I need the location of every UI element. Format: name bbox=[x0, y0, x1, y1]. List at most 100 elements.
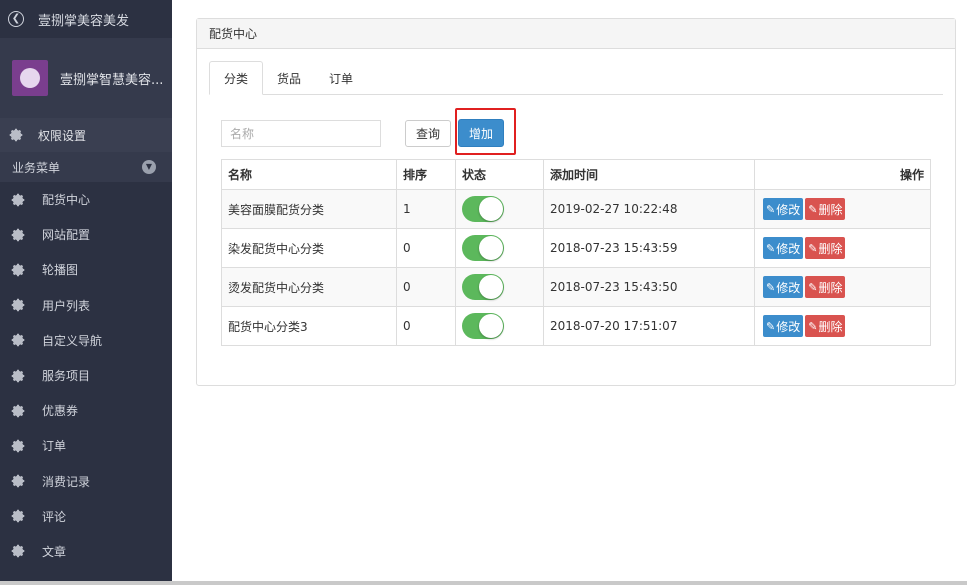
cell-actions: ✎ 修改 ✎ 删除 bbox=[754, 189, 931, 229]
edit-icon: ✎ bbox=[808, 202, 818, 216]
cell-actions: ✎ 修改 ✎ 删除 bbox=[754, 267, 931, 307]
cell-sort: 1 bbox=[396, 189, 456, 229]
add-button[interactable]: 增加 bbox=[458, 119, 504, 147]
header-actions: 操作 bbox=[754, 159, 931, 190]
delete-label: 删除 bbox=[818, 319, 843, 334]
status-toggle[interactable] bbox=[462, 235, 504, 261]
tab-goods[interactable]: 货品 bbox=[263, 61, 315, 95]
edit-button[interactable]: ✎ 修改 bbox=[763, 315, 804, 337]
sidebar-item-5[interactable]: 服务项目 bbox=[0, 358, 172, 393]
header-status[interactable]: 状态 bbox=[455, 159, 544, 190]
sidebar-item-6[interactable]: 优惠券 bbox=[0, 393, 172, 428]
table-row: 美容面膜配货分类 1 2019-02-27 10:22:48 ✎ 修改 ✎ 删除 bbox=[221, 189, 931, 229]
delete-button[interactable]: ✎ 删除 bbox=[805, 198, 846, 220]
chevron-left-icon[interactable]: ❮ bbox=[8, 11, 24, 27]
gear-icon bbox=[11, 439, 25, 453]
table-header-row: 名称 排序 状态 添加时间 操作 bbox=[221, 159, 931, 190]
cell-sort: 0 bbox=[396, 306, 456, 346]
edit-icon: ✎ bbox=[766, 202, 776, 216]
sidebar-item-label: 权限设置 bbox=[38, 128, 87, 143]
brand-bar: ❮ 壹捌掌美容美发 bbox=[0, 0, 172, 38]
status-toggle[interactable] bbox=[462, 274, 504, 300]
sidebar-item-0[interactable]: 配货中心 bbox=[0, 182, 172, 217]
gear-icon bbox=[11, 509, 25, 523]
tab-bar: 分类 货品 订单 bbox=[209, 61, 943, 95]
edit-icon: ✎ bbox=[808, 319, 818, 333]
sidebar-item-label: 优惠券 bbox=[42, 404, 79, 419]
table-row: 染发配货中心分类 0 2018-07-23 15:43:59 ✎ 修改 ✎ 删除 bbox=[221, 228, 931, 268]
cell-sort: 0 bbox=[396, 267, 456, 307]
sidebar: ❮ 壹捌掌美容美发 壹捌掌智慧美容... 权限设置 业务菜单 ▼ 配货中心网站配… bbox=[0, 0, 172, 585]
sidebar-item-label: 用户列表 bbox=[42, 298, 91, 313]
sidebar-item-permissions[interactable]: 权限设置 bbox=[0, 118, 172, 152]
gear-icon bbox=[11, 298, 25, 312]
edit-icon: ✎ bbox=[808, 241, 818, 255]
gear-icon bbox=[11, 474, 25, 488]
sidebar-item-label: 自定义导航 bbox=[42, 333, 103, 348]
sidebar-item-label: 网站配置 bbox=[42, 228, 91, 243]
profile-name: 壹捌掌智慧美容... bbox=[60, 72, 164, 88]
edit-icon: ✎ bbox=[766, 241, 776, 255]
menu-header-label: 业务菜单 bbox=[12, 160, 61, 175]
sidebar-item-label: 配货中心 bbox=[42, 193, 91, 208]
edit-button[interactable]: ✎ 修改 bbox=[763, 198, 804, 220]
delete-label: 删除 bbox=[818, 202, 843, 217]
sidebar-item-label: 文章 bbox=[42, 544, 67, 559]
delete-button[interactable]: ✎ 删除 bbox=[805, 276, 846, 298]
query-button[interactable]: 查询 bbox=[405, 120, 451, 147]
name-search-input[interactable] bbox=[221, 120, 381, 147]
header-time[interactable]: 添加时间 bbox=[543, 159, 755, 190]
sidebar-item-label: 轮播图 bbox=[42, 263, 79, 278]
edit-label: 修改 bbox=[776, 241, 801, 256]
cell-time: 2018-07-23 15:43:59 bbox=[543, 228, 755, 268]
cell-time: 2018-07-20 17:51:07 bbox=[543, 306, 755, 346]
gear-icon bbox=[11, 334, 25, 347]
cell-name: 配货中心分类3 bbox=[221, 306, 397, 346]
tab-orders[interactable]: 订单 bbox=[315, 61, 367, 95]
tab-category[interactable]: 分类 bbox=[209, 61, 264, 95]
delete-label: 删除 bbox=[818, 241, 843, 256]
edit-button[interactable]: ✎ 修改 bbox=[763, 276, 804, 298]
cell-status bbox=[455, 189, 544, 229]
horizontal-scrollbar[interactable] bbox=[0, 581, 967, 585]
cell-sort: 0 bbox=[396, 228, 456, 268]
sidebar-item-1[interactable]: 网站配置 bbox=[0, 217, 172, 252]
category-table: 名称 排序 状态 添加时间 操作 美容面膜配货分类 1 2019-02-27 10:… bbox=[221, 159, 931, 346]
edit-label: 修改 bbox=[776, 202, 801, 217]
sidebar-item-8[interactable]: 消费记录 bbox=[0, 464, 172, 499]
menu-header[interactable]: 业务菜单 ▼ bbox=[0, 152, 172, 182]
cell-status bbox=[455, 267, 544, 307]
header-name[interactable]: 名称 bbox=[221, 159, 397, 190]
edit-button[interactable]: ✎ 修改 bbox=[763, 237, 804, 259]
cell-status bbox=[455, 228, 544, 268]
panel: 配货中心 分类 货品 订单 查询 增加 名称 排序 状态 添加时间 操作 美容面… bbox=[196, 18, 956, 386]
cell-name: 美容面膜配货分类 bbox=[221, 189, 397, 229]
sidebar-item-7[interactable]: 订单 bbox=[0, 428, 172, 463]
sidebar-item-10[interactable]: 文章 bbox=[0, 534, 172, 569]
avatar bbox=[12, 60, 48, 96]
status-toggle[interactable] bbox=[462, 313, 504, 339]
delete-button[interactable]: ✎ 删除 bbox=[805, 315, 846, 337]
sidebar-item-9[interactable]: 评论 bbox=[0, 499, 172, 534]
brand-title: 壹捌掌美容美发 bbox=[38, 13, 130, 29]
cell-time: 2019-02-27 10:22:48 bbox=[543, 189, 755, 229]
sidebar-item-label: 消费记录 bbox=[42, 474, 91, 489]
sidebar-item-4[interactable]: 自定义导航 bbox=[0, 323, 172, 358]
table-row: 烫发配货中心分类 0 2018-07-23 15:43:50 ✎ 修改 ✎ 删除 bbox=[221, 267, 931, 307]
profile: 壹捌掌智慧美容... bbox=[0, 38, 172, 118]
gear-icon bbox=[9, 128, 23, 142]
header-sort[interactable]: 排序 bbox=[396, 159, 456, 190]
status-toggle[interactable] bbox=[462, 196, 504, 222]
edit-label: 修改 bbox=[776, 319, 801, 334]
sidebar-item-2[interactable]: 轮播图 bbox=[0, 252, 172, 287]
delete-button[interactable]: ✎ 删除 bbox=[805, 237, 846, 259]
edit-icon: ✎ bbox=[766, 319, 776, 333]
edit-label: 修改 bbox=[776, 280, 801, 295]
sidebar-item-3[interactable]: 用户列表 bbox=[0, 288, 172, 323]
main-content: 配货中心 分类 货品 订单 查询 增加 名称 排序 状态 添加时间 操作 美容面… bbox=[172, 0, 967, 585]
panel-title: 配货中心 bbox=[197, 19, 955, 49]
chevron-down-icon[interactable]: ▼ bbox=[142, 160, 156, 174]
gear-icon bbox=[11, 545, 25, 558]
gear-icon bbox=[11, 193, 25, 206]
cell-actions: ✎ 修改 ✎ 删除 bbox=[754, 306, 931, 346]
